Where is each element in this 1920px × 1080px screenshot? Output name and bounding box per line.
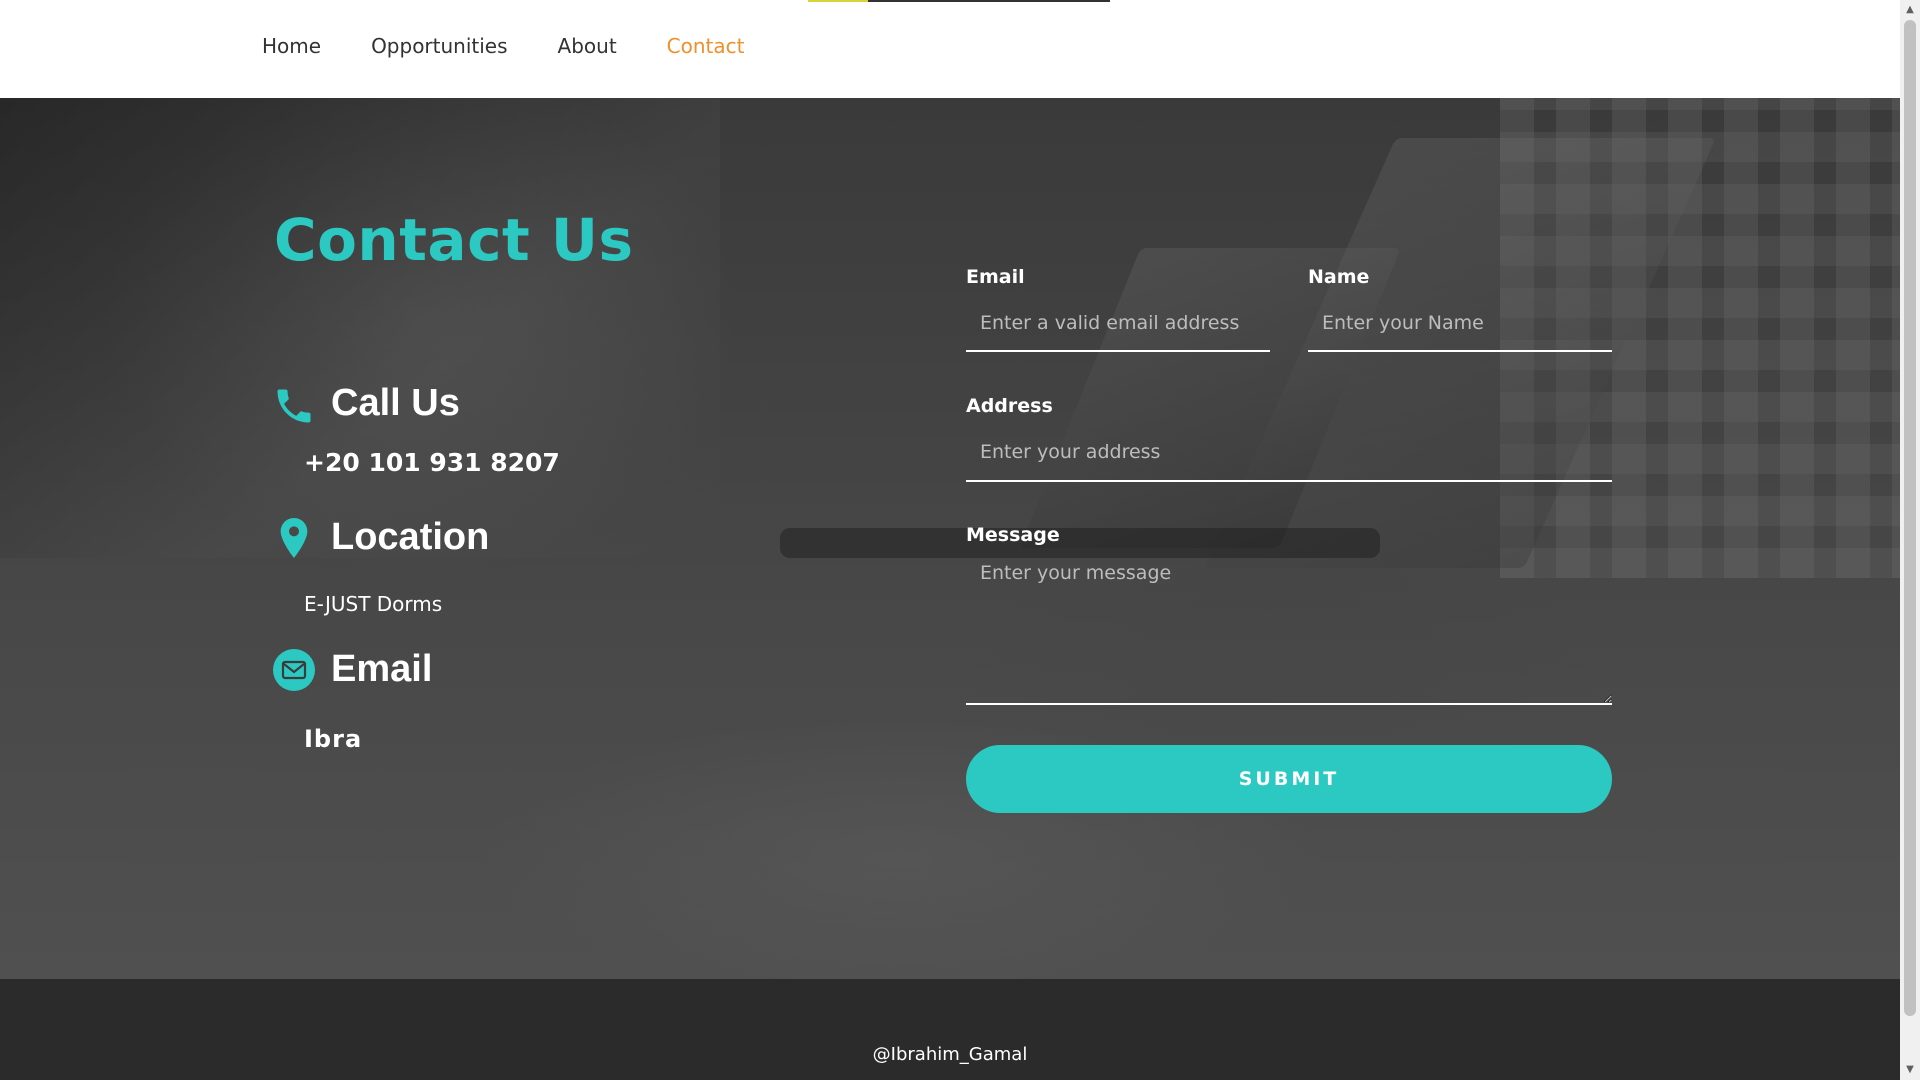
scroll-up-arrow-icon[interactable]: ▲ <box>1900 2 1920 18</box>
envelope-icon <box>272 648 316 692</box>
location-value: E-JUST Dorms <box>304 592 443 616</box>
nav-item-home[interactable]: Home <box>262 34 321 58</box>
address-field[interactable] <box>966 424 1612 482</box>
nav-item-about[interactable]: About <box>558 34 617 58</box>
nav-accent-line <box>808 0 868 2</box>
page: Home Opportunities About Contact Contact… <box>0 0 1920 1080</box>
message-field-label: Message <box>966 524 1060 546</box>
page-title: Contact Us <box>274 206 634 274</box>
name-field[interactable] <box>1308 296 1612 352</box>
top-navbar: Home Opportunities About Contact <box>0 0 1900 98</box>
vertical-scrollbar[interactable]: ▲ ▼ <box>1900 0 1920 1080</box>
email-value: Ibra <box>304 725 363 753</box>
nav-accent-line <box>868 0 1110 2</box>
nav-item-opportunities[interactable]: Opportunities <box>371 34 507 58</box>
footer-credit: @Ibrahim_Gamal <box>872 1044 1028 1065</box>
email-field[interactable] <box>966 296 1270 352</box>
call-us-heading: Call Us <box>331 382 460 424</box>
message-field[interactable] <box>966 552 1612 705</box>
nav-item-contact[interactable]: Contact <box>667 34 745 58</box>
scrollbar-thumb[interactable] <box>1904 20 1916 1016</box>
email-field-label: Email <box>966 266 1025 288</box>
nav-menu: Home Opportunities About Contact <box>262 34 794 58</box>
scroll-down-arrow-icon[interactable]: ▼ <box>1900 1062 1920 1078</box>
address-field-label: Address <box>966 395 1053 417</box>
phone-icon <box>272 384 316 428</box>
footer: @Ibrahim_Gamal <box>0 979 1900 1080</box>
name-field-label: Name <box>1308 266 1370 288</box>
background-photo <box>0 98 720 558</box>
contact-section: Contact Us Call Us +20 101 931 8207 Loca… <box>0 98 1900 979</box>
map-pin-icon <box>274 516 318 560</box>
submit-button[interactable]: SUBMIT <box>966 745 1612 813</box>
location-heading: Location <box>331 516 490 558</box>
phone-number: +20 101 931 8207 <box>304 448 560 477</box>
email-heading: Email <box>331 648 433 690</box>
